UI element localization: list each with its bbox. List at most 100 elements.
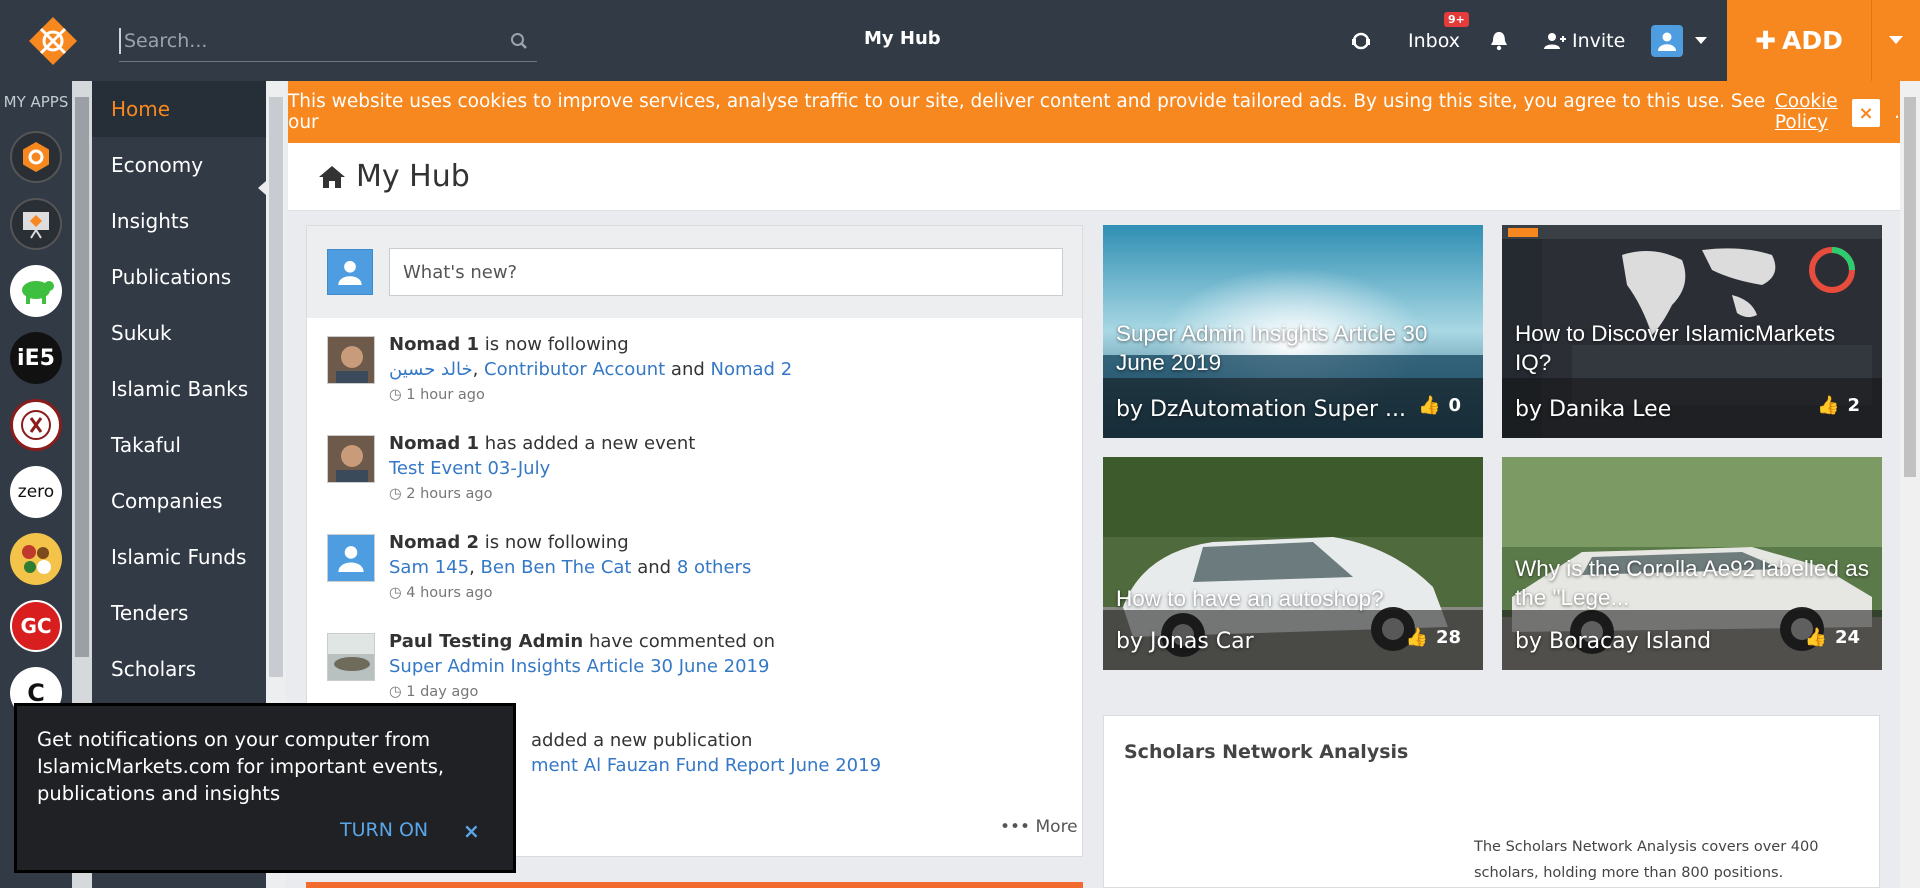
like-count[interactable]: 👍 0 — [1418, 395, 1461, 416]
search-icon[interactable] — [501, 32, 537, 50]
activity-link[interactable]: Nomad 2 — [711, 359, 793, 380]
app-hexagon-icon — [23, 142, 49, 172]
app-animal[interactable] — [10, 265, 62, 317]
activity-link[interactable]: Sam 145 — [389, 557, 469, 578]
card-author[interactable]: by Boracay Island — [1515, 629, 1711, 654]
activity-actor[interactable]: Nomad 1 — [389, 334, 479, 355]
search-box[interactable]: Search... — [119, 20, 537, 62]
card-title[interactable]: How to have an autoshop? — [1116, 584, 1456, 613]
food-icon — [22, 545, 51, 574]
plus-icon: ✚ — [1755, 26, 1777, 55]
page-scrollbar-thumb[interactable] — [1904, 97, 1916, 477]
support-icon[interactable] — [1350, 0, 1372, 81]
app-ie5[interactable]: iE5 — [10, 332, 62, 384]
add-button[interactable]: ✚ ADD — [1727, 0, 1871, 81]
thumbs-up-icon: 👍 — [1817, 395, 1840, 416]
like-count-value: 2 — [1847, 395, 1860, 416]
activity-link[interactable]: Test Event 03-July — [389, 458, 550, 479]
activity-time: 2 hours ago — [406, 486, 493, 502]
app-zero[interactable]: zero — [10, 466, 62, 518]
invite-label: Invite — [1572, 29, 1626, 52]
activity-actor[interactable]: Paul Testing Admin — [389, 631, 583, 652]
turn-on-button[interactable]: TURN ON — [340, 819, 428, 841]
activity-link[interactable]: ment Al Fauzan Fund Report June 2019 — [531, 755, 881, 776]
sidebar-item-companies[interactable]: Companies — [92, 473, 266, 529]
sidebar-item-label: Economy — [111, 153, 204, 177]
avatar[interactable] — [327, 336, 375, 384]
bell-icon[interactable] — [1490, 0, 1508, 81]
card-author[interactable]: by Jonas Car — [1116, 629, 1254, 654]
scholars-network-panel: Scholars Network Analysis The Scholars N… — [1103, 715, 1880, 888]
activity-link[interactable]: خالد حسين — [389, 359, 473, 380]
activity-action: has added a new event — [479, 433, 696, 454]
sidebar-item-home[interactable]: Home — [92, 81, 266, 137]
sidebar-item-scholars[interactable]: Scholars — [92, 641, 266, 697]
activity-link[interactable]: Contributor Account — [484, 359, 665, 380]
activity-link[interactable]: Ben Ben The Cat — [481, 557, 632, 578]
activity-actor[interactable]: Nomad 2 — [389, 532, 479, 553]
whats-new-input[interactable]: What's new? — [389, 248, 1063, 296]
page-scrollbar[interactable] — [1900, 81, 1920, 888]
app-islamicmarkets[interactable] — [10, 131, 62, 183]
activity-link[interactable]: 8 others — [677, 557, 752, 578]
activity-actor[interactable]: Nomad 1 — [389, 433, 479, 454]
avatar — [327, 249, 373, 295]
like-count-value: 24 — [1834, 627, 1860, 648]
inbox-link[interactable]: Inbox 9+ — [1408, 0, 1488, 81]
logo[interactable] — [0, 0, 105, 81]
card-title[interactable]: Why is the Corolla Ae92 labelled as the … — [1515, 554, 1875, 612]
more-button[interactable]: ••• More — [1000, 817, 1078, 837]
like-count[interactable]: 👍 28 — [1406, 627, 1461, 648]
notification-prompt: Get notifications on your computer from … — [14, 703, 516, 873]
cookie-banner: This website uses cookies to improve ser… — [288, 81, 1900, 143]
avatar[interactable] — [327, 534, 375, 582]
ellipsis-icon: ••• — [1000, 817, 1036, 837]
article-card[interactable]: Why is the Corolla Ae92 labelled as the … — [1502, 457, 1882, 670]
like-count[interactable]: 👍 24 — [1805, 627, 1860, 648]
sidebar-item-label: Publications — [111, 265, 232, 289]
sidebar-item-tenders[interactable]: Tenders — [92, 585, 266, 641]
avatar[interactable] — [327, 435, 375, 483]
app-gc[interactable]: GC — [10, 600, 62, 652]
activity-link[interactable]: Super Admin Insights Article 30 June 201… — [389, 656, 769, 677]
card-author[interactable]: by Danika Lee — [1515, 397, 1671, 422]
app-made-in-boracay[interactable] — [10, 399, 62, 451]
sidebar-item-sukuk[interactable]: Sukuk — [92, 305, 266, 361]
sidebar-item-takaful[interactable]: Takaful — [92, 417, 266, 473]
sidebar-item-islamic-funds[interactable]: Islamic Funds — [92, 529, 266, 585]
collapse-arrow-icon[interactable] — [258, 181, 266, 195]
notification-message: Get notifications on your computer from … — [37, 728, 445, 805]
card-author[interactable]: by DzAutomation Super ... — [1116, 397, 1406, 422]
card-title[interactable]: Super Admin Insights Article 30 June 201… — [1116, 319, 1456, 377]
caret-down-icon — [1889, 36, 1903, 44]
sidebar-item-economy[interactable]: Economy — [92, 137, 266, 193]
like-count[interactable]: 👍 2 — [1817, 395, 1860, 416]
chevron-down-icon — [1695, 36, 1707, 44]
search-input[interactable]: Search... — [119, 27, 501, 54]
article-card[interactable]: How to Discover IslamicMarkets IQ? by Da… — [1502, 225, 1882, 438]
app-presentation[interactable] — [10, 198, 62, 250]
apps-scrollbar-thumb[interactable] — [75, 97, 89, 657]
sidebar-item-insights[interactable]: Insights — [92, 193, 266, 249]
nav-scrollbar-thumb[interactable] — [269, 97, 283, 677]
user-menu[interactable] — [1651, 0, 1707, 81]
add-dropdown-toggle[interactable] — [1871, 0, 1920, 81]
cookie-text: This website uses cookies to improve ser… — [288, 91, 1766, 133]
article-card[interactable]: Super Admin Insights Article 30 June 201… — [1103, 225, 1483, 438]
thumbs-up-icon: 👍 — [1418, 395, 1441, 416]
cookie-close-button[interactable]: × — [1852, 99, 1880, 127]
sidebar-item-label: Scholars — [111, 657, 197, 681]
avatar[interactable] — [327, 633, 375, 681]
clock-icon: ◷ — [389, 387, 407, 403]
card-title[interactable]: How to Discover IslamicMarkets IQ? — [1515, 319, 1875, 377]
activity-time: 4 hours ago — [406, 585, 493, 601]
like-count-value: 28 — [1435, 627, 1461, 648]
clock-icon: ◷ — [389, 486, 407, 502]
inbox-label: Inbox — [1408, 29, 1460, 52]
invite-button[interactable]: Invite — [1544, 0, 1625, 81]
app-food[interactable] — [10, 533, 62, 585]
sidebar-item-publications[interactable]: Publications — [92, 249, 266, 305]
close-icon[interactable]: × — [463, 819, 480, 843]
sidebar-item-islamic-banks[interactable]: Islamic Banks — [92, 361, 266, 417]
article-card[interactable]: How to have an autoshop? by Jonas Car 👍 2… — [1103, 457, 1483, 670]
